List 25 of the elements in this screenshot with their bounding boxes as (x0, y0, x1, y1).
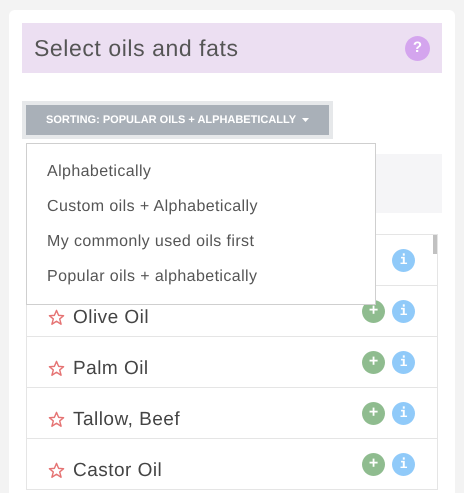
help-button[interactable]: ? (405, 36, 430, 60)
oil-name: Palm Oil (73, 358, 149, 378)
menu-item[interactable]: Alphabetically (27, 154, 375, 189)
add-button[interactable]: + (362, 350, 385, 374)
panel-title: Select oils and fats (34, 34, 239, 63)
caret-icon (302, 118, 310, 122)
info-button[interactable]: i (392, 452, 415, 476)
oil-name: Castor Oil (73, 460, 162, 480)
menu-item[interactable]: Custom oils + Alphabetically (27, 189, 375, 224)
oil-name: Tallow, Beef (73, 410, 180, 428)
scrollbar-thumb[interactable] (433, 235, 437, 254)
sort-dropdown-button[interactable]: SORTING: POPULAR OILS + ALPHABETICALLY (26, 105, 330, 135)
info-button[interactable]: i (392, 300, 415, 322)
star-icon[interactable] (48, 462, 65, 478)
info-button[interactable]: i (392, 350, 415, 374)
menu-item[interactable]: Popular oils + alphabetically (27, 259, 375, 294)
info-button[interactable]: i (392, 248, 415, 272)
info-button[interactable]: i (392, 402, 415, 424)
star-icon[interactable] (48, 360, 65, 376)
star-icon[interactable] (48, 308, 65, 326)
star-icon[interactable] (48, 410, 65, 428)
menu-item[interactable]: My commonly used oils first (27, 224, 375, 259)
add-button[interactable]: + (362, 452, 385, 476)
add-button[interactable]: + (362, 402, 385, 424)
oil-name: Olive Oil (73, 308, 150, 326)
